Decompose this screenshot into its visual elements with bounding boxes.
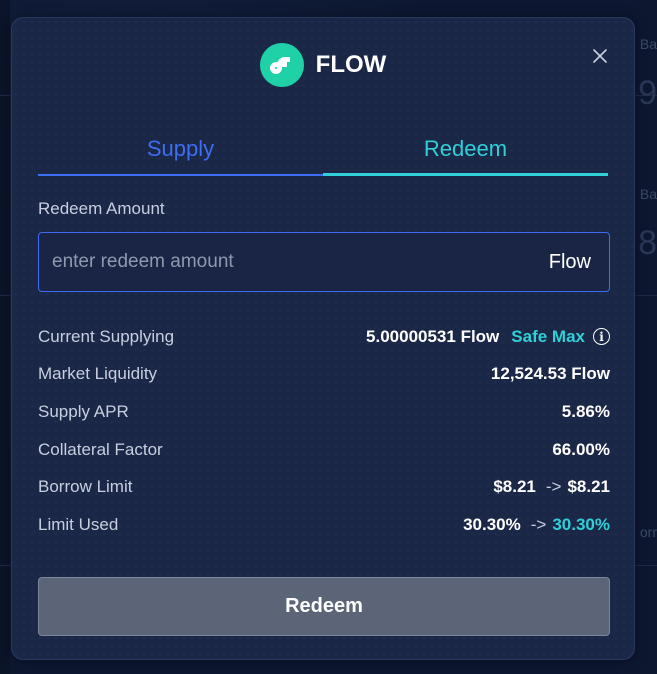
close-icon[interactable]: [592, 48, 608, 64]
supply-apr-value: 5.86%: [561, 401, 610, 421]
amount-field-container: Flow: [38, 232, 610, 292]
info-label: Supply APR: [38, 401, 129, 421]
background-sidebar: [0, 0, 10, 674]
info-row-current-supplying: Current Supplying 5.00000531 Flow Safe M…: [38, 318, 610, 356]
current-supplying-value: 5.00000531 Flow: [366, 326, 500, 346]
background-text: 8: [638, 224, 657, 262]
amount-label: Redeem Amount: [38, 199, 165, 218]
token-title: FLOW: [315, 51, 387, 78]
amount-unit: Flow: [548, 250, 591, 273]
background-text: 9: [638, 74, 657, 112]
info-icon[interactable]: i: [593, 328, 610, 346]
collateral-factor-value: 66.00%: [552, 439, 610, 459]
info-label: Limit Used: [38, 514, 119, 534]
info-label: Borrow Limit: [38, 477, 133, 497]
tab-supply[interactable]: Supply: [38, 136, 323, 176]
info-row-collateral-factor: Collateral Factor 66.00%: [38, 431, 610, 469]
background-text: Ba: [639, 36, 657, 52]
info-label: Collateral Factor: [38, 439, 163, 459]
background-text: Ba: [639, 186, 657, 202]
tab-redeem[interactable]: Redeem: [323, 136, 608, 176]
info-row-borrow-limit: Borrow Limit $8.21 -> $8.21: [38, 468, 610, 506]
info-label: Market Liquidity: [38, 364, 158, 384]
info-value: 5.00000531 Flow Safe Max i: [366, 327, 610, 347]
redeem-modal: FLOW Supply Redeem Redeem Amount Flow Cu…: [11, 17, 635, 660]
safe-max-button[interactable]: Safe Max: [511, 327, 585, 347]
borrow-limit-value: $8.21 -> $8.21: [493, 477, 610, 497]
background-text: orr: [639, 524, 657, 540]
limit-used-value: 30.30% -> 30.30%: [463, 515, 610, 535]
info-list: Current Supplying 5.00000531 Flow Safe M…: [38, 318, 610, 544]
arrow: ->: [545, 477, 562, 497]
borrow-limit-from: $8.21: [493, 477, 536, 497]
flow-logo-icon: [259, 43, 304, 87]
market-liquidity-value: 12,524.53 Flow: [490, 364, 610, 384]
info-row-market-liquidity: Market Liquidity 12,524.53 Flow: [38, 356, 610, 394]
limit-used-from: 30.30%: [463, 514, 521, 534]
modal-header: FLOW: [12, 42, 634, 88]
borrow-limit-to: $8.21: [567, 477, 610, 497]
tab-bar: Supply Redeem: [38, 136, 608, 176]
info-row-supply-apr: Supply APR 5.86%: [38, 393, 610, 431]
redeem-amount-input[interactable]: [39, 232, 549, 292]
arrow: ->: [530, 514, 547, 534]
limit-used-to: 30.30%: [552, 514, 610, 534]
redeem-button[interactable]: Redeem: [38, 577, 610, 636]
info-row-limit-used: Limit Used 30.30% -> 30.30%: [38, 506, 610, 544]
info-label: Current Supplying: [38, 326, 175, 346]
